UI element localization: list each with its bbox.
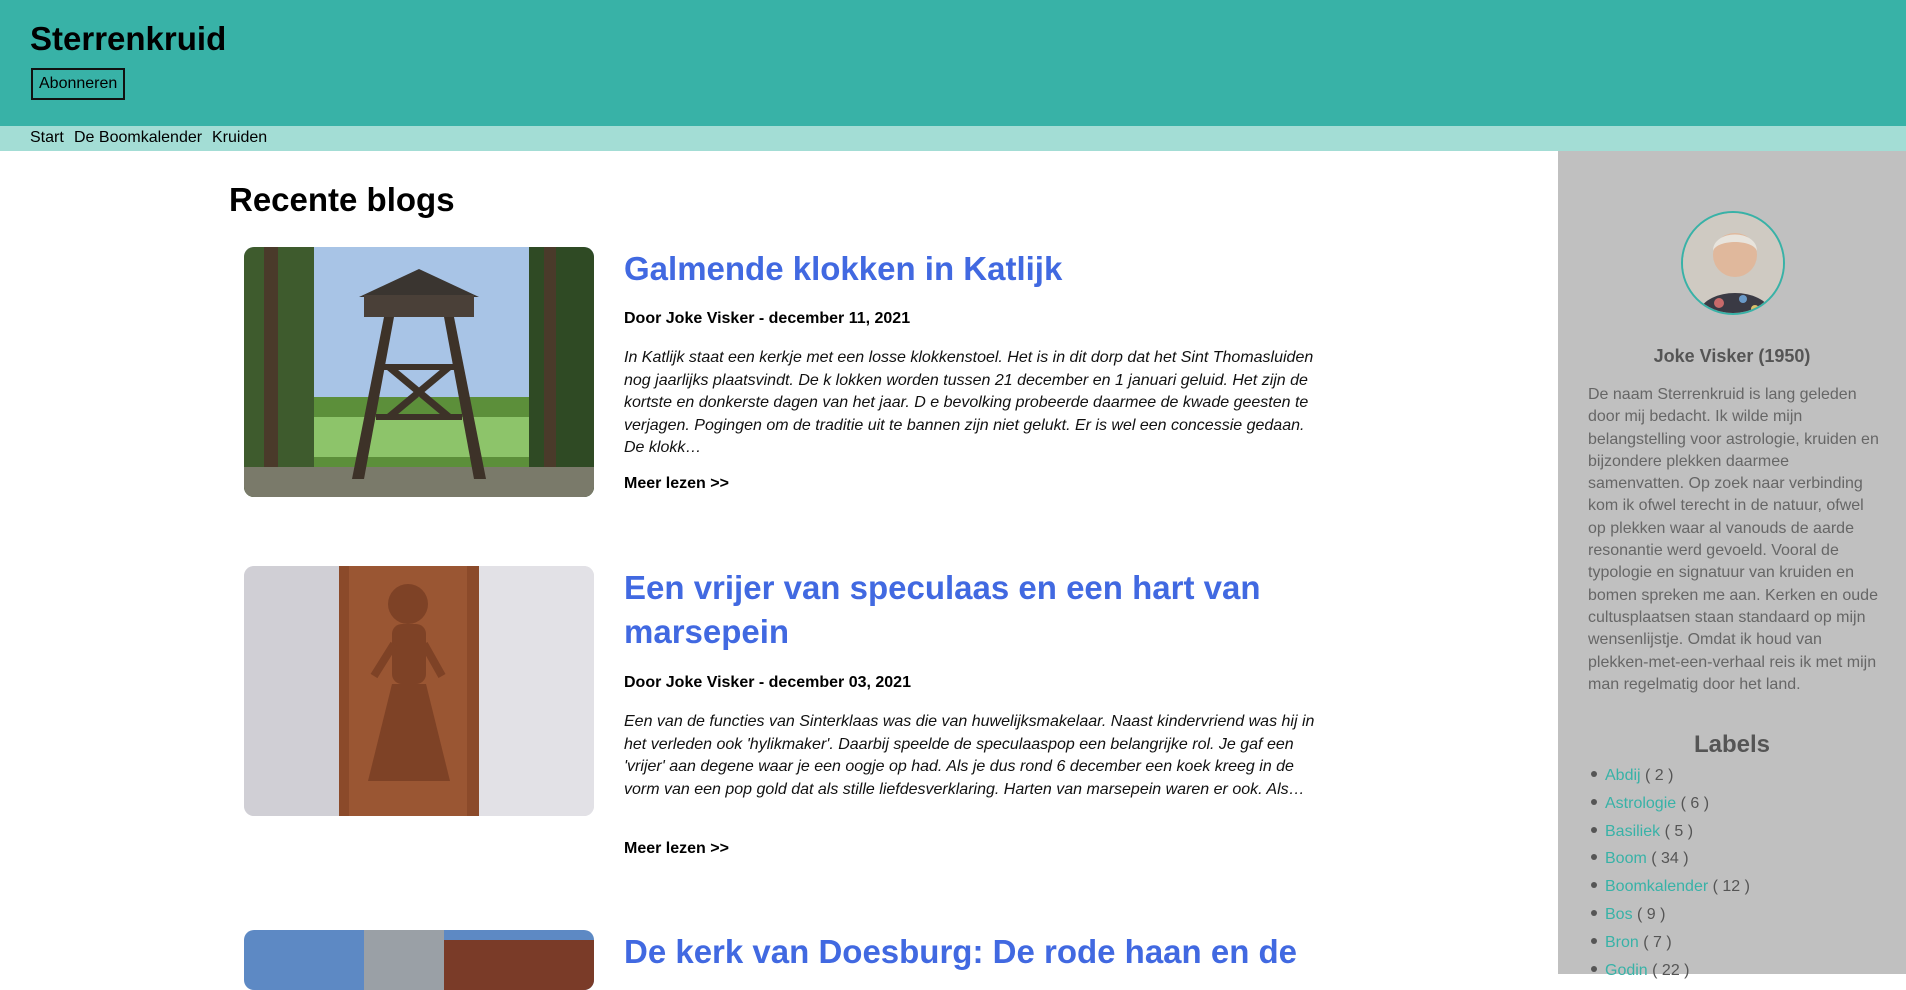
label-item: Basiliek ( 5 ): [1588, 823, 1750, 851]
label-count: ( 7 ): [1643, 933, 1672, 951]
nav-item-kruiden[interactable]: Kruiden: [212, 129, 267, 147]
post-excerpt: Een van de functies van Sinterklaas was …: [624, 713, 1315, 798]
label-link[interactable]: Boom: [1605, 850, 1647, 867]
label-item: Godin ( 22 ): [1588, 962, 1750, 990]
label-link[interactable]: Bos: [1605, 906, 1633, 923]
read-more-link[interactable]: Meer lezen >>: [624, 475, 729, 493]
label-link[interactable]: Bron: [1605, 934, 1639, 951]
label-item: Bos ( 9 ): [1588, 906, 1750, 934]
main-nav: Start De Boomkalender Kruiden: [0, 126, 1906, 151]
nav-item-boomkalender[interactable]: De Boomkalender: [74, 129, 202, 147]
bullet-icon: [1591, 771, 1597, 777]
bullet-icon: [1591, 882, 1597, 889]
read-more-link[interactable]: Meer lezen >>: [624, 840, 729, 858]
post-thumbnail-church[interactable]: [244, 930, 594, 990]
label-count: ( 6 ): [1680, 794, 1710, 812]
label-item: Abdij ( 2 ): [1588, 767, 1750, 795]
author-name: Joke Visker (1950): [1653, 346, 1811, 366]
label-link[interactable]: Godin: [1605, 962, 1648, 979]
bullet-icon: [1591, 826, 1597, 833]
label-item: Boomkalender ( 12 ): [1588, 878, 1750, 906]
label-link[interactable]: Astrologie: [1605, 795, 1676, 812]
labels-list: Abdij ( 2 ) Astrologie ( 6 ) Basiliek ( …: [1588, 767, 1750, 989]
post-thumbnail-bell-tower[interactable]: [244, 247, 594, 497]
site-header: Sterrenkruid Abonneren: [0, 0, 1906, 126]
label-count: ( 5 ): [1664, 822, 1694, 840]
label-link[interactable]: Boomkalender: [1605, 878, 1708, 895]
label-count: ( 22 ): [1652, 961, 1690, 979]
label-item: Astrologie ( 6 ): [1588, 795, 1750, 823]
label-count: ( 34 ): [1651, 850, 1689, 868]
label-item: Boom ( 34 ): [1588, 850, 1750, 878]
post-excerpt: In Katlijk staat een kerkje met een loss…: [624, 349, 1314, 456]
labels-title: Labels: [1693, 731, 1771, 758]
post-title[interactable]: Galmende klokken in Katlijk: [624, 247, 1324, 291]
post-meta: Door Joke Visker - december 11, 2021: [624, 310, 911, 327]
nav-item-start[interactable]: Start: [30, 129, 64, 147]
subscribe-button[interactable]: Abonneren: [31, 68, 126, 100]
post-meta: Door Joke Visker - december 03, 2021: [624, 674, 911, 691]
label-link[interactable]: Basiliek: [1605, 823, 1660, 840]
section-title: Recente blogs: [229, 181, 455, 218]
post-title[interactable]: Een vrijer van speculaas en een hart van…: [624, 566, 1324, 654]
label-count: ( 12 ): [1712, 878, 1750, 896]
bullet-icon: [1591, 937, 1597, 944]
post-title[interactable]: De kerk van Doesburg: De rode haan en de: [624, 930, 1324, 974]
bullet-icon: [1591, 854, 1597, 861]
bullet-icon: [1591, 798, 1597, 805]
bullet-icon: [1591, 909, 1597, 916]
bullet-icon: [1591, 965, 1597, 972]
label-count: ( 9 ): [1637, 905, 1666, 923]
author-avatar: [1681, 211, 1785, 315]
post-thumbnail-speculaas-mold[interactable]: [244, 566, 594, 816]
label-count: ( 2 ): [1645, 767, 1674, 784]
main-content: Recente blogs Galmende klokken in Katlij…: [0, 151, 1558, 990]
author-bio: De naam Sterrenkruid is lang geleden doo…: [1588, 386, 1879, 693]
site-title[interactable]: Sterrenkruid: [30, 20, 226, 58]
label-link[interactable]: Abdij: [1605, 767, 1641, 784]
sidebar: Joke Visker (1950) De naam Sterrenkruid …: [1558, 151, 1906, 979]
label-item: Bron ( 7 ): [1588, 934, 1750, 962]
